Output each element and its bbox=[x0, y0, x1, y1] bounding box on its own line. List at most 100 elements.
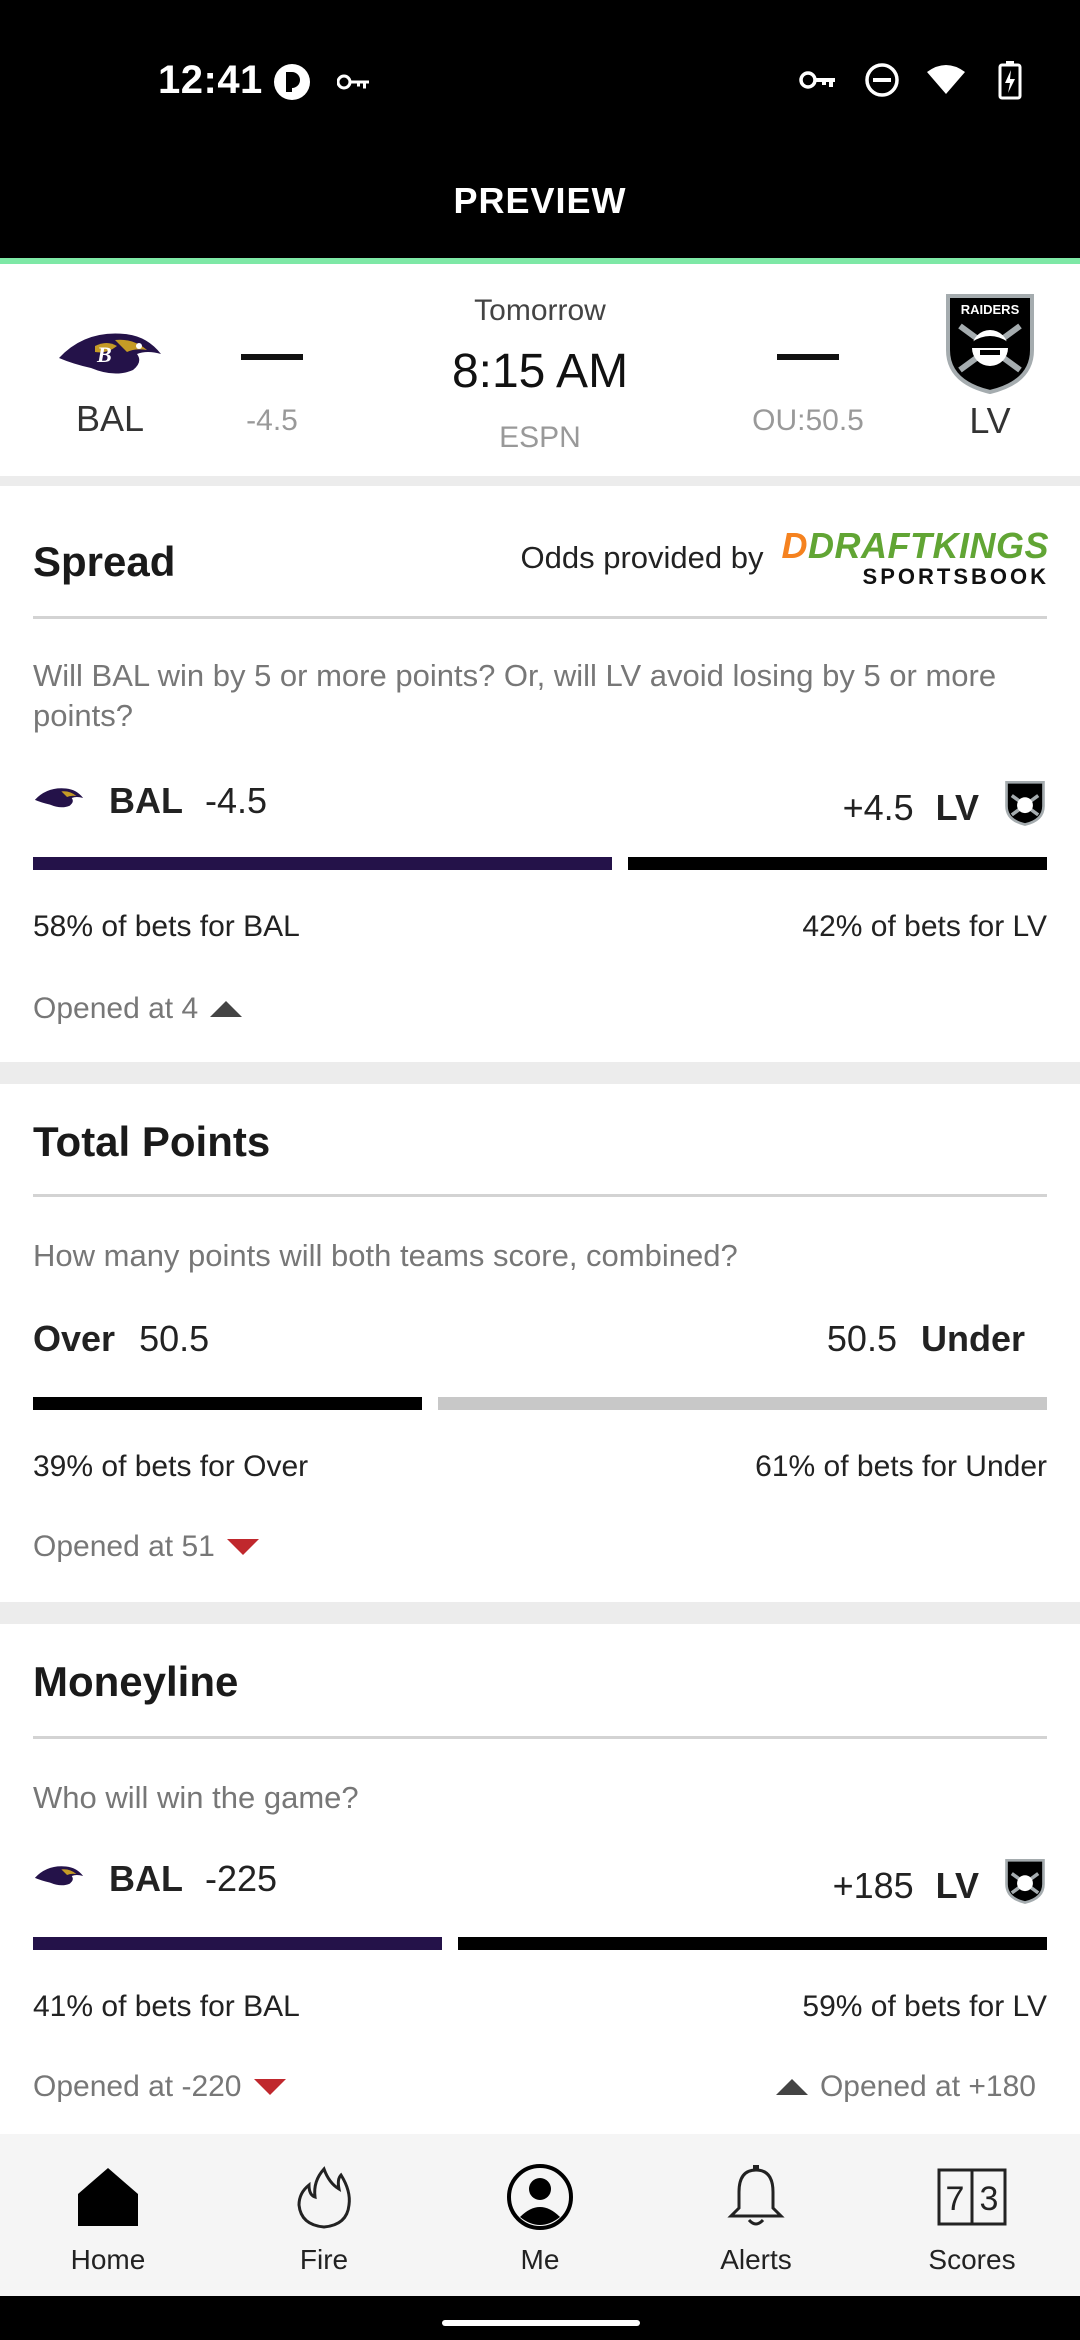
away-team-abbr: LV bbox=[969, 400, 1011, 441]
moneyline-left-pct: 41% of bets for BAL bbox=[33, 1990, 300, 2023]
battery-charging-icon bbox=[990, 60, 1030, 100]
game-time: 8:15 AM bbox=[451, 345, 629, 398]
scores-icon-digit-right: 3 bbox=[980, 2180, 999, 2218]
raiders-logo-small bbox=[1003, 778, 1047, 837]
status-right-icons bbox=[798, 60, 1030, 100]
svg-text:B: B bbox=[96, 342, 112, 367]
home-score-dash bbox=[241, 354, 303, 360]
ravens-logo: B bbox=[55, 324, 165, 384]
page-title: PREVIEW bbox=[453, 180, 627, 221]
spread-right-side[interactable]: +4.5 LV bbox=[843, 778, 1047, 837]
spread-right-line: +4.5 bbox=[842, 786, 914, 828]
spread-divider bbox=[33, 616, 1047, 619]
moneyline-left-opened-text: Opened at -220 bbox=[33, 2070, 242, 2103]
away-score-dash bbox=[777, 354, 839, 360]
moneyline-right-side[interactable]: +185 LV bbox=[833, 1856, 1047, 1915]
ravens-logo-small bbox=[33, 1858, 85, 1900]
moneyline-card: Moneyline Who will win the game? BAL -22… bbox=[0, 1624, 1080, 2134]
over-under: OU:50.5 bbox=[752, 404, 864, 437]
bottom-nav: Home Fire Me Alerts 7 3 Scores bbox=[0, 2134, 1080, 2296]
wifi-icon bbox=[926, 60, 966, 100]
nav-scores-label: Scores bbox=[928, 2244, 1016, 2275]
app-header: PREVIEW bbox=[0, 160, 1080, 264]
svg-text:RAIDERS: RAIDERS bbox=[961, 302, 1020, 317]
total-right-pct: 61% of bets for Under bbox=[755, 1450, 1047, 1483]
draftkings-logo: DDRAFTKINGS SPORTSBOOK bbox=[781, 525, 1049, 589]
nav-home-label: Home bbox=[70, 2244, 146, 2275]
home-icon bbox=[73, 2162, 143, 2232]
game-day: Tomorrow bbox=[474, 294, 606, 327]
odds-provider-prefix: Odds provided by bbox=[520, 540, 764, 575]
game-summary: B BAL -4.5 Tomorrow 8:15 AM ESPN OU:50.5… bbox=[0, 264, 1080, 486]
total-divider bbox=[33, 1194, 1047, 1197]
moneyline-right-pct: 59% of bets for LV bbox=[802, 1990, 1047, 2023]
vpn-key-icon bbox=[798, 60, 838, 100]
spread-left-bar bbox=[33, 857, 612, 870]
spread-opened-text: Opened at 4 bbox=[33, 992, 199, 1025]
gesture-handle[interactable] bbox=[442, 2320, 640, 2326]
away-score: OU:50.5 bbox=[708, 354, 908, 438]
ravens-logo-small bbox=[33, 780, 85, 822]
status-bar: 12:41 bbox=[0, 0, 1080, 160]
spread-left-line: -4.5 bbox=[205, 780, 268, 821]
odds-provider[interactable]: Odds provided by DDRAFTKINGS SPORTSBOOK bbox=[521, 528, 1049, 588]
spread-right-bar bbox=[628, 857, 1047, 870]
total-right-label: Under bbox=[920, 1318, 1025, 1359]
provider-sub: SPORTSBOOK bbox=[862, 564, 1049, 589]
nav-scores[interactable]: 7 3 Scores bbox=[864, 2134, 1080, 2296]
total-right-side[interactable]: 50.5 Under bbox=[827, 1318, 1025, 1360]
gesture-area bbox=[0, 2296, 1080, 2340]
moneyline-left-team: BAL bbox=[109, 1858, 183, 1899]
spread-title: Spread bbox=[33, 538, 176, 585]
spread-question: Will BAL win by 5 or more points? Or, wi… bbox=[33, 658, 997, 733]
total-left-bar bbox=[33, 1397, 422, 1410]
status-left-icons bbox=[272, 62, 374, 102]
nav-fire[interactable]: Fire bbox=[216, 2134, 432, 2296]
provider-name: DRAFTKINGS bbox=[808, 525, 1049, 566]
total-opened-text: Opened at 51 bbox=[33, 1530, 215, 1563]
total-points-card: Total Points How many points will both t… bbox=[0, 1084, 1080, 1602]
moneyline-divider bbox=[33, 1736, 1047, 1739]
moneyline-right-opened-text: Opened at +180 bbox=[819, 2070, 1036, 2103]
moneyline-left-bar bbox=[33, 1937, 442, 1950]
spread-left-side[interactable]: BAL -4.5 bbox=[33, 780, 267, 822]
total-question: How many points will both teams score, c… bbox=[33, 1238, 738, 1273]
home-score: -4.5 bbox=[172, 354, 372, 438]
total-left-pct: 39% of bets for Over bbox=[33, 1450, 309, 1483]
spread-left-pct: 58% of bets for BAL bbox=[33, 910, 300, 943]
moneyline-left-side[interactable]: BAL -225 bbox=[33, 1858, 277, 1900]
nav-alerts[interactable]: Alerts bbox=[648, 2134, 864, 2296]
total-left-label: Over bbox=[33, 1318, 116, 1359]
moneyline-right-opened: Opened at +180 bbox=[775, 2070, 1036, 2104]
card-separator bbox=[0, 1062, 1080, 1084]
away-team[interactable]: RAIDERS LV bbox=[900, 294, 1080, 442]
raiders-logo-small bbox=[1003, 1856, 1047, 1915]
total-opened: Opened at 51 bbox=[33, 1530, 259, 1564]
bell-icon bbox=[721, 2162, 791, 2232]
nav-fire-label: Fire bbox=[299, 2244, 349, 2275]
nav-me[interactable]: Me bbox=[432, 2134, 648, 2296]
spread-opened: Opened at 4 bbox=[33, 992, 243, 1026]
nav-alerts-label: Alerts bbox=[720, 2244, 792, 2275]
scores-icon-digit-left: 7 bbox=[946, 2180, 965, 2218]
game-time-info: Tomorrow 8:15 AM ESPN bbox=[390, 294, 690, 455]
moneyline-right-line: +185 bbox=[832, 1864, 914, 1906]
scores-icon: 7 3 bbox=[937, 2162, 1007, 2232]
moneyline-right-team: LV bbox=[935, 1864, 979, 1906]
arrow-down-icon bbox=[226, 1539, 259, 1555]
nav-me-label: Me bbox=[520, 2244, 560, 2275]
moneyline-title: Moneyline bbox=[33, 1658, 239, 1705]
spread-right-pct: 42% of bets for LV bbox=[802, 910, 1047, 943]
nav-home[interactable]: Home bbox=[0, 2134, 216, 2296]
total-left-line: 50.5 bbox=[139, 1318, 210, 1359]
status-time: 12:41 bbox=[158, 58, 263, 102]
profile-icon bbox=[505, 2162, 575, 2232]
moneyline-left-opened: Opened at -220 bbox=[33, 2070, 286, 2104]
moneyline-right-bar bbox=[458, 1937, 1047, 1950]
total-right-line: 50.5 bbox=[826, 1318, 897, 1359]
moneyline-left-line: -225 bbox=[205, 1858, 278, 1899]
total-title: Total Points bbox=[33, 1118, 271, 1165]
card-separator bbox=[0, 1602, 1080, 1624]
home-spread: -4.5 bbox=[246, 404, 298, 437]
total-left-side[interactable]: Over 50.5 bbox=[33, 1318, 209, 1360]
